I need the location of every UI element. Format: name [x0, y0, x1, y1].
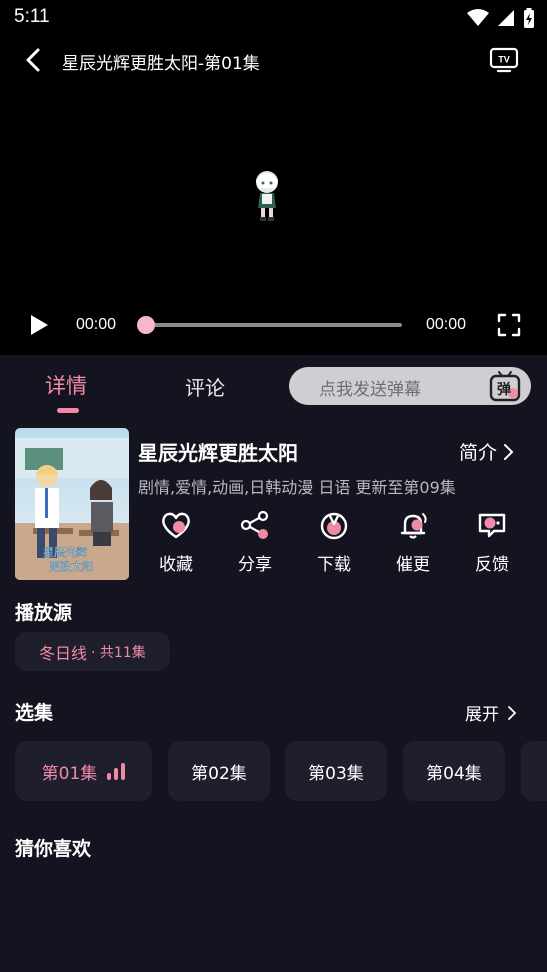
loading-mascot-image [256, 171, 278, 221]
source-section-title: 播放源 [15, 602, 73, 624]
svg-text:星辰光辉: 星辰光辉 [43, 545, 87, 559]
episode-item-04[interactable]: 第04集 [403, 741, 505, 801]
anime-title: 星辰光辉更胜太阳 [138, 441, 298, 465]
episode-item-partial[interactable] [521, 741, 547, 801]
back-arrow-icon[interactable] [20, 46, 48, 74]
episode-item-02[interactable]: 第02集 [168, 741, 270, 801]
share-icon [240, 510, 269, 539]
episodes-section-title: 选集 [15, 702, 54, 724]
signal-icon [498, 10, 514, 26]
danmaku-icon[interactable]: 弹 [487, 369, 523, 403]
episode-label: 第04集 [426, 763, 482, 784]
intro-label: 简介 [459, 442, 498, 464]
action-label: 下载 [317, 555, 351, 575]
favorite-button[interactable]: 收藏 [146, 510, 206, 575]
recommend-section-title: 猜你喜欢 [15, 838, 92, 860]
play-icon[interactable] [28, 313, 50, 337]
anime-cover-image[interactable]: 星辰光辉 更胜太阳 [15, 428, 129, 580]
episode-label: 第02集 [191, 763, 247, 784]
anime-tags: 剧情,爱情,动画,日韩动漫 日语 更新至第09集 [138, 478, 456, 497]
tv-cast-icon[interactable]: TV [489, 46, 519, 74]
total-time: 00:00 [426, 316, 467, 333]
expand-episodes-link[interactable]: 展开 [465, 700, 517, 725]
action-label: 收藏 [159, 555, 193, 575]
video-title: 星辰光辉更胜太阳-第01集 [62, 54, 260, 74]
episode-label: 第03集 [308, 763, 364, 784]
tab-comment[interactable]: 评论 [185, 372, 225, 401]
fullscreen-icon[interactable] [497, 313, 521, 337]
share-button[interactable]: 分享 [225, 510, 285, 575]
feedback-button[interactable]: 反馈 [462, 510, 522, 575]
progress-knob[interactable] [137, 316, 155, 334]
action-label: 分享 [238, 555, 272, 575]
battery-icon [524, 8, 534, 28]
heart-icon [162, 512, 190, 539]
svg-text:更胜太阳: 更胜太阳 [49, 559, 93, 573]
episode-item-03[interactable]: 第03集 [285, 741, 387, 801]
source-chip[interactable]: 冬日线 · 共11集 [15, 632, 170, 671]
intro-link[interactable]: 简介 [459, 438, 515, 465]
video-player[interactable]: 5:11 星辰光辉更胜太阳-第01集 TV 00:00 00:00 [0, 0, 547, 355]
action-label: 催更 [396, 555, 430, 575]
chevron-right-icon [504, 443, 514, 460]
episode-item-01[interactable]: 第01集 [15, 741, 152, 801]
urge-update-button[interactable]: 催更 [383, 510, 443, 575]
danmaku-input[interactable]: 点我发送弹幕 弹 [289, 367, 531, 405]
tab-active-indicator [57, 408, 79, 413]
player-top-bar: 星辰光辉更胜太阳-第01集 TV [0, 40, 547, 80]
player-controls: 00:00 00:00 [0, 305, 547, 345]
source-name: 冬日线 [39, 643, 88, 663]
feedback-icon [478, 513, 506, 538]
progress-bar[interactable] [145, 323, 402, 327]
current-time: 00:00 [76, 316, 117, 333]
status-time: 5:11 [14, 6, 50, 27]
episode-list: 第01集 第02集 第03集 第04集 [15, 741, 547, 801]
episode-label: 第01集 [41, 763, 98, 784]
svg-text:TV: TV [498, 55, 510, 65]
download-button[interactable]: 下载 [304, 510, 364, 575]
detail-tabs: 详情 评论 点我发送弹幕 弹 [0, 355, 547, 415]
chevron-right-icon [508, 705, 517, 720]
download-icon [320, 512, 348, 540]
tab-detail[interactable]: 详情 [45, 370, 87, 400]
playing-indicator-icon [107, 762, 126, 780]
status-icons [467, 8, 535, 28]
wifi-icon [467, 9, 489, 26]
source-count: · 共11集 [91, 644, 146, 661]
bell-icon [400, 513, 427, 539]
expand-label: 展开 [465, 705, 499, 725]
action-bar: 收藏 分享 下载 催更 反馈 [137, 510, 537, 580]
action-label: 反馈 [475, 555, 509, 575]
danmaku-placeholder: 点我发送弹幕 [319, 380, 421, 400]
status-bar: 5:11 [0, 0, 547, 36]
danmaku-icon-label: 弹 [497, 381, 511, 398]
